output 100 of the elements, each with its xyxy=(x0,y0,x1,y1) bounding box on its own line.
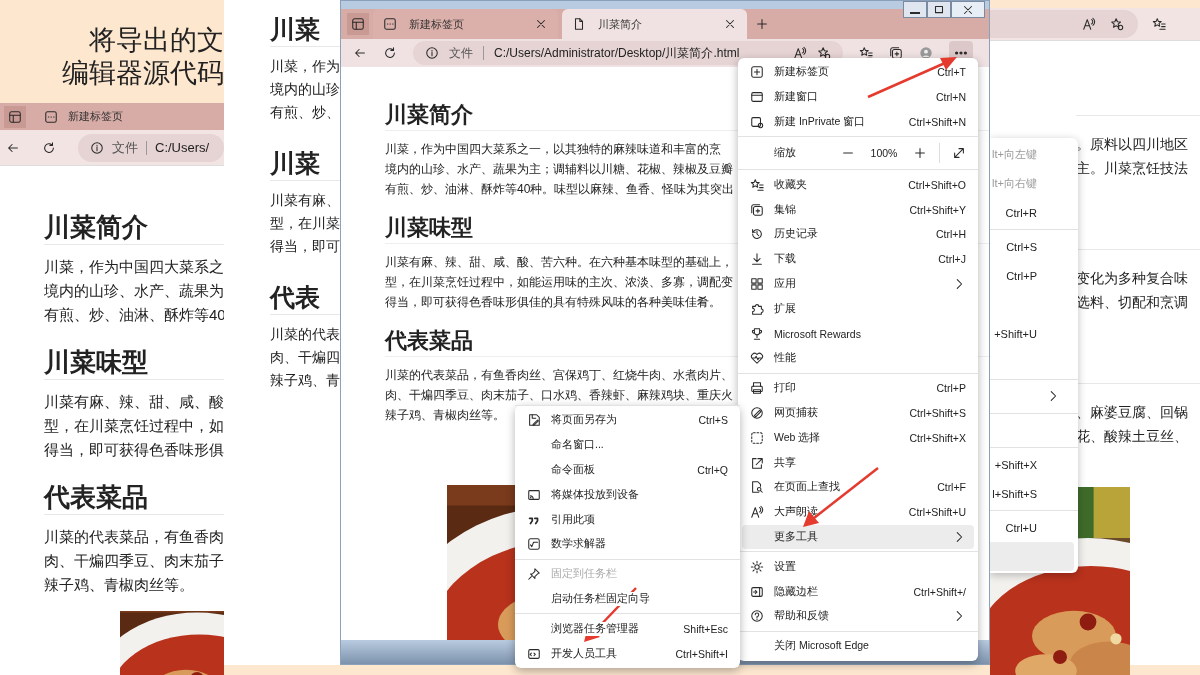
minimize-icon xyxy=(910,11,920,14)
math-icon xyxy=(527,537,541,552)
maximize-button[interactable] xyxy=(927,1,951,18)
menu-item[interactable]: 命名窗口... xyxy=(519,432,736,458)
paragraph-line: 川菜的代表菜品，有鱼香肉 xyxy=(44,527,224,547)
menu-item[interactable]: 打印 Ctrl+P xyxy=(742,375,974,401)
sidebar-toggle-icon[interactable] xyxy=(8,109,22,124)
new-tab-page-icon xyxy=(44,109,58,124)
menu-item[interactable]: 帮助和反馈 xyxy=(742,603,974,629)
read-aloud-icon xyxy=(750,505,764,520)
window-icon xyxy=(750,90,764,105)
minimize-button[interactable] xyxy=(903,1,927,18)
paragraph-line: 辣子鸡、青 xyxy=(270,371,340,390)
sidebar-toggle-icon xyxy=(351,17,365,31)
favorites-icon[interactable] xyxy=(1152,17,1166,31)
menu-item[interactable]: 将页面另存为 Ctrl+S xyxy=(519,408,736,433)
expand-icon[interactable] xyxy=(952,146,966,161)
menu-item[interactable]: 开发人员工具 Ctrl+Shift+I xyxy=(519,641,736,666)
paragraph-line: 川菜，作为中国四大菜系之 xyxy=(44,257,224,277)
paragraph-line: 有煎、炒、 xyxy=(270,103,340,122)
trophy-icon xyxy=(750,326,764,341)
menu-item[interactable]: 引用此项 xyxy=(519,507,736,532)
menu-item[interactable]: Ctrl+R xyxy=(990,198,1074,227)
menu-item[interactable]: 启动任务栏固定向导 xyxy=(519,586,736,612)
menu-item[interactable]: 扩展 xyxy=(742,296,974,322)
menu-item[interactable]: 应用 xyxy=(742,271,974,297)
menu-item[interactable]: 浏览器任务管理器 Shift+Esc xyxy=(519,616,736,642)
heart-pulse-icon xyxy=(750,351,764,366)
paragraph-line: 川菜有麻、 xyxy=(270,191,340,210)
menu-item[interactable]: 下载 Ctrl+J xyxy=(742,246,974,272)
shortcut-text: +Shift+X xyxy=(994,458,1037,471)
shortcut-text: +Shift+U xyxy=(994,327,1037,340)
favorites-icon xyxy=(750,177,764,192)
paragraph-line: 川菜有麻、辣、甜、咸、酸、苦六种。在六种基本味型的基础上， xyxy=(385,254,733,271)
new-tab-page-icon xyxy=(383,17,397,31)
paragraph-line: 川菜，作为中国四大菜系之一，以其独特的麻辣味道和丰富的烹 xyxy=(385,141,721,158)
paragraph-line: 川菜的代表菜品，有鱼香肉丝、宫保鸡丁、红烧牛肉、水煮肉片、 xyxy=(385,367,733,384)
menu-item[interactable]: 收藏夹 Ctrl+Shift+O xyxy=(742,172,974,198)
paragraph-line: 型，在川菜 xyxy=(270,214,340,233)
menu-item[interactable]: 隐藏边栏 Ctrl+Shift+/ xyxy=(742,579,974,604)
refresh-icon[interactable] xyxy=(42,140,56,155)
menu-item[interactable]: 网页捕获 Ctrl+Shift+S xyxy=(742,400,974,426)
menu-item[interactable]: 关闭 Microsoft Edge xyxy=(742,633,974,659)
menu-item[interactable]: 数学求解器 xyxy=(519,532,736,557)
profile-icon[interactable] xyxy=(919,46,933,60)
paragraph-line: 、麻婆豆腐、回锅 xyxy=(1076,403,1188,422)
paragraph-line: 得当，即可获得色香味形俱佳的具有特殊风味的各种美味佳肴。 xyxy=(385,294,721,311)
collections-icon[interactable] xyxy=(889,46,903,60)
paragraph-line: 境内的山珍 xyxy=(270,80,340,99)
menu-item[interactable]: 历史记录 Ctrl+H xyxy=(742,222,974,247)
menu-item[interactable]: 在页面上查找 Ctrl+F xyxy=(742,474,974,500)
settings-icon xyxy=(750,559,764,574)
menu-item[interactable]: +Shift+X xyxy=(990,450,1074,479)
favorite-add-icon[interactable] xyxy=(817,46,831,60)
address-bar[interactable]: 文件 C:/Users/Administrator/Desktop/川菜简介.html xyxy=(413,41,843,65)
close-button[interactable] xyxy=(951,1,985,18)
sidebar-icon xyxy=(750,584,764,599)
paragraph-line: 川菜有麻、辣、甜、咸、酸 xyxy=(44,392,224,412)
zoom-label: 缩放 xyxy=(774,146,797,161)
paragraph-line: 川菜的代表 xyxy=(270,325,340,344)
sidebar-toggle-button[interactable] xyxy=(347,13,369,35)
menu-item[interactable]: Ctrl+S xyxy=(990,232,1074,261)
refresh-icon[interactable] xyxy=(383,46,397,60)
menu-item[interactable]: Ctrl+U xyxy=(990,513,1074,542)
paragraph-line: 型，在川菜烹饪过程中，如能运用味的主次、浓淡、多寡，调配变 xyxy=(385,274,733,291)
shortcut-text: Ctrl+S xyxy=(1006,240,1037,253)
menu-item[interactable]: Web 选择 Ctrl+Shift+X xyxy=(742,425,974,451)
puzzle-icon xyxy=(750,301,764,316)
page-icon xyxy=(572,17,586,31)
paragraph-line: 境内的山珍、水产、蔬果为 xyxy=(44,281,224,301)
paragraph-line: 辣子鸡、青椒肉丝等。 xyxy=(44,575,194,595)
favorite-add-icon[interactable] xyxy=(1110,17,1124,31)
menu-item[interactable]: +Shift+U xyxy=(990,319,1074,348)
menu-item[interactable]: 更多工具 xyxy=(742,524,974,550)
browser-tab[interactable]: 川菜简介 xyxy=(562,9,747,39)
close-icon[interactable] xyxy=(534,17,548,31)
paragraph-line: 肉、干煸四季豆、肉末茄子、口水鸡、香辣虾、麻辣鸡块、重庆火 xyxy=(385,387,733,404)
info-icon xyxy=(425,46,439,60)
save-icon xyxy=(527,413,541,428)
address-bar[interactable]: 文件 C:/Users/ xyxy=(78,133,224,162)
read-aloud-icon[interactable] xyxy=(1082,17,1096,31)
pin-icon xyxy=(527,567,541,582)
menu-item[interactable]: 将媒体投放到设备 xyxy=(519,482,736,508)
collections-icon xyxy=(750,202,764,217)
shortcut-text: lt+向右键 xyxy=(992,176,1037,191)
menu-item[interactable]: Ctrl+P xyxy=(990,261,1074,290)
paragraph-line: 有煎、炒、油淋、酥炸等40种。味型以麻辣、鱼香、怪味为其突出 xyxy=(385,181,735,198)
back-icon[interactable] xyxy=(353,46,367,60)
private-window-icon xyxy=(750,115,764,129)
shortcut-text: Ctrl+U xyxy=(1005,521,1037,534)
read-aloud-icon[interactable] xyxy=(793,46,807,60)
plus-icon xyxy=(755,17,769,31)
menu-item[interactable]: l+Shift+S xyxy=(990,479,1074,508)
menu-item[interactable]: 命令面板 Ctrl+Q xyxy=(519,457,736,483)
browser-tab[interactable]: 新建标签页 xyxy=(373,9,558,39)
menu-item[interactable]: 共享 xyxy=(742,450,974,475)
close-icon[interactable] xyxy=(723,17,737,31)
menu-item[interactable]: 设置 xyxy=(742,554,974,580)
plus-icon[interactable] xyxy=(913,146,927,161)
paragraph-line: 肉、干煸四季豆、肉末茄子 xyxy=(44,551,224,571)
